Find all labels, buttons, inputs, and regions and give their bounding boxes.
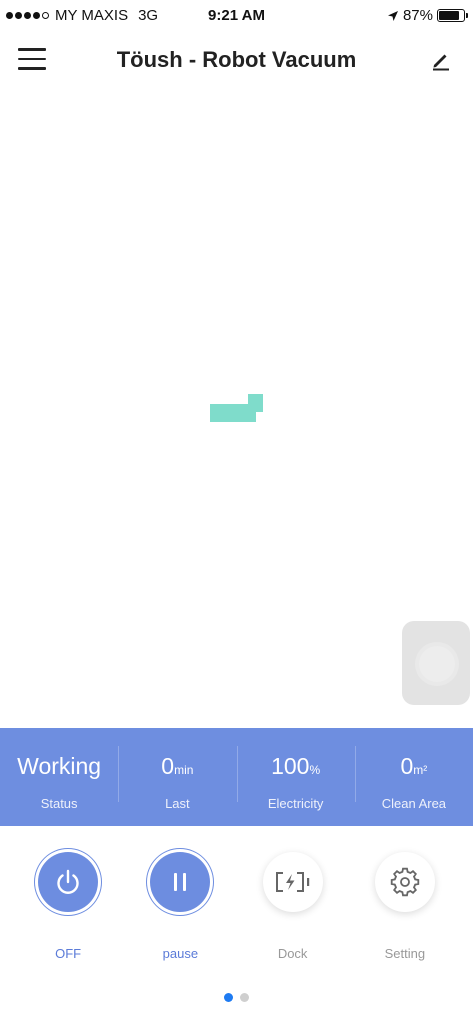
battery-percent: 87% <box>402 7 433 24</box>
page-dot[interactable] <box>240 993 249 1002</box>
control-panel: OFF pause Dock Setting <box>0 846 473 976</box>
stat-value: Working <box>17 753 102 779</box>
off-label: OFF <box>55 946 82 961</box>
stat-clean-area: 0m² Clean Area <box>354 728 473 826</box>
stat-label: Last <box>165 796 190 811</box>
dock-label: Dock <box>277 946 308 961</box>
power-icon <box>38 852 99 912</box>
assistive-touch-button[interactable] <box>402 621 470 705</box>
stat-value: 0 <box>161 753 175 779</box>
gear-icon <box>374 852 435 912</box>
dock-charge-icon <box>262 852 323 912</box>
stat-unit: % <box>309 763 321 777</box>
page-indicator <box>0 993 473 1002</box>
location-arrow-icon <box>387 10 398 21</box>
stat-status: Working Status <box>0 728 118 826</box>
pause-icon <box>150 852 211 912</box>
stat-value: 100 <box>271 753 310 779</box>
setting-button[interactable]: Setting <box>360 846 450 976</box>
page-dot-active[interactable] <box>224 993 233 1002</box>
cleaned-area-shape <box>210 394 263 422</box>
battery-icon <box>437 9 468 22</box>
battery-level <box>439 11 459 20</box>
pause-button[interactable]: pause <box>135 846 225 976</box>
stat-electricity: 100% Electricity <box>236 728 355 826</box>
stat-value: 0 <box>400 753 414 779</box>
stat-label: Status <box>40 796 78 811</box>
stat-label: Electricity <box>267 796 324 811</box>
stats-bar: Working Status 0min Last 100% Electricit… <box>0 728 473 826</box>
app-header: Töush - Robot Vacuum <box>0 36 473 84</box>
status-bar: MY MAXIS 3G 9:21 AM 87% <box>0 0 473 34</box>
pause-label: pause <box>162 946 199 961</box>
stat-unit: m² <box>413 763 428 777</box>
off-button[interactable]: OFF <box>23 846 113 976</box>
setting-label: Setting <box>384 946 426 961</box>
stat-label: Clean Area <box>381 796 447 811</box>
edit-icon[interactable] <box>429 48 453 72</box>
page-title: Töush - Robot Vacuum <box>116 47 357 72</box>
dock-button[interactable]: Dock <box>248 846 338 976</box>
cleaning-map[interactable] <box>0 86 473 726</box>
status-right: 87% <box>387 7 468 24</box>
stat-last: 0min Last <box>118 728 236 826</box>
stat-unit: min <box>174 763 194 777</box>
